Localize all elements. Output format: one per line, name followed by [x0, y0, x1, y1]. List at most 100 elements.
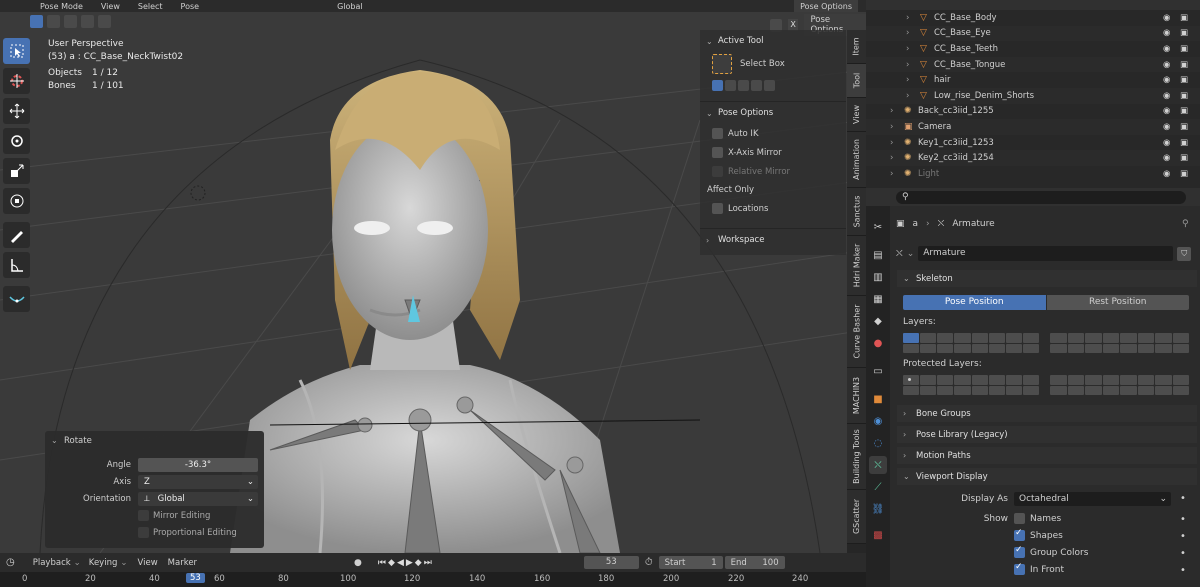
move-tool[interactable] [3, 98, 30, 124]
annotate-tool[interactable] [3, 222, 30, 248]
outliner-row[interactable]: › ▽ hair ◉ ▣ [866, 72, 1200, 88]
mode-selector[interactable]: Pose Mode [40, 2, 83, 11]
rest-position-button[interactable]: Rest Position [1046, 295, 1189, 310]
jump-start-icon[interactable]: ⏮ [378, 558, 386, 568]
expand-chevron-icon[interactable]: › [906, 91, 909, 101]
modifier-tab-icon[interactable]: ◉ [869, 412, 887, 430]
menu-pose[interactable]: Pose [181, 2, 200, 11]
select-extend-icon[interactable] [47, 14, 60, 28]
expand-chevron-icon[interactable]: › [890, 169, 893, 179]
visibility-eye-icon[interactable]: ◉ [1163, 28, 1170, 38]
outliner-row[interactable]: › ✺ Back_cc3iid_1255 ◉ ▣ [866, 103, 1200, 120]
auto-ik-checkbox[interactable] [712, 128, 723, 139]
playback-menu[interactable]: Playback [33, 558, 71, 568]
menu-select[interactable]: Select [138, 2, 163, 11]
menu-view[interactable]: View [101, 2, 120, 11]
visibility-eye-icon[interactable]: ◉ [1163, 138, 1170, 148]
camera-render-icon[interactable]: ▣ [1180, 60, 1188, 70]
visibility-eye-icon[interactable]: ◉ [1163, 91, 1170, 101]
expand-chevron-icon[interactable]: › [906, 28, 909, 38]
keying-menu[interactable]: Keying [89, 558, 118, 568]
skeleton-panel-header[interactable]: ⌄ Skeleton [897, 270, 1197, 287]
outliner-row[interactable]: › ▽ CC_Base_Eye ◉ ▣ [866, 25, 1200, 42]
bone-layers-grid-right[interactable] [1050, 333, 1189, 353]
bone-layers-grid-left[interactable] [903, 333, 1039, 353]
bone-tab-icon[interactable]: ⟋ [869, 478, 887, 496]
datablock-name-field[interactable]: Armature [918, 246, 1174, 261]
proportional-editing-checkbox[interactable] [138, 527, 149, 538]
outliner-row[interactable]: › ✺ Light ◉ ▣ [866, 166, 1200, 182]
mode-subtract-icon[interactable] [738, 80, 749, 91]
playhead-frame[interactable]: 53 [186, 573, 205, 583]
viewport-display-panel-header[interactable]: ⌄ Viewport Display [897, 468, 1197, 485]
tab-building-tools[interactable]: Building Tools [847, 424, 866, 490]
visibility-eye-icon[interactable]: ◉ [1163, 122, 1170, 132]
timeline-ruler[interactable]: 0 20 40 53 60 80 100 120 140 160 180 200… [0, 572, 866, 587]
collection-tab-icon[interactable]: ▭ [869, 362, 887, 380]
tab-tool[interactable]: Tool [847, 64, 866, 98]
active-tool-panel-header[interactable]: ⌄ Active Tool [706, 34, 840, 48]
mode-new-icon[interactable] [712, 80, 723, 91]
visibility-eye-icon[interactable]: ◉ [1163, 60, 1170, 70]
motion-paths-panel-header[interactable]: › Motion Paths [897, 447, 1197, 464]
x-axis-mirror-checkbox[interactable] [712, 147, 723, 158]
transform-tool[interactable] [3, 188, 30, 214]
expand-chevron-icon[interactable]: › [890, 138, 893, 148]
pin-icon[interactable]: ⚲ [1182, 219, 1189, 229]
armature-data-tab-icon[interactable]: ⛌ [869, 456, 887, 474]
camera-render-icon[interactable]: ▣ [1180, 44, 1188, 54]
select-box-icon[interactable] [712, 54, 732, 74]
outliner-row[interactable]: › ▣ Camera ◉ ▣ [866, 119, 1200, 135]
outliner-row[interactable]: › ▽ Low_rise_Denim_Shorts ◉ ▣ [866, 88, 1200, 104]
camera-render-icon[interactable]: ▣ [1180, 13, 1188, 23]
visibility-eye-icon[interactable]: ◉ [1163, 13, 1170, 23]
orientation-dropdown[interactable]: ⟂ Global ⌄ [138, 491, 258, 506]
pose-position-button[interactable]: Pose Position [903, 295, 1046, 310]
tool-settings-tab-icon[interactable]: ✂ [869, 218, 887, 236]
cursor-tool[interactable] [3, 68, 30, 94]
rotate-tool[interactable] [3, 128, 30, 154]
select-subtract-icon[interactable] [64, 14, 77, 28]
protected-layers-grid-left[interactable] [903, 375, 1039, 395]
workspace-panel-header[interactable]: › Workspace [706, 233, 840, 247]
animate-property-icon[interactable]: • [1180, 514, 1186, 525]
protected-layers-grid-right[interactable] [1050, 375, 1189, 395]
outliner-row[interactable]: › ▽ CC_Base_Teeth ◉ ▣ [866, 41, 1200, 57]
outliner-row[interactable]: › ▽ CC_Base_Body ◉ ▣ [866, 10, 1200, 26]
tab-sanctus[interactable]: Sanctus [847, 188, 866, 236]
camera-render-icon[interactable]: ▣ [1180, 75, 1188, 85]
tab-item[interactable]: Item [847, 30, 866, 64]
camera-render-icon[interactable]: ▣ [1180, 106, 1188, 116]
3d-viewport[interactable]: Pose Mode View Select Pose Global Pose O… [0, 0, 866, 553]
object-tab-icon[interactable]: ■ [869, 390, 887, 408]
camera-render-icon[interactable]: ▣ [1180, 28, 1188, 38]
animate-property-icon[interactable]: • [1180, 493, 1186, 504]
axis-dropdown[interactable]: Z ⌄ [138, 474, 258, 489]
camera-render-icon[interactable]: ▣ [1180, 138, 1188, 148]
select-new-icon[interactable] [30, 14, 43, 28]
bone-groups-panel-header[interactable]: › Bone Groups [897, 405, 1197, 422]
expand-chevron-icon[interactable]: › [890, 122, 893, 132]
outliner-row[interactable]: › ✺ Key1_cc3iid_1253 ◉ ▣ [866, 134, 1200, 151]
record-icon[interactable]: ● [354, 558, 362, 568]
next-keyframe-icon[interactable]: ◆ [415, 558, 422, 568]
armature-icon[interactable]: ⛌ [896, 249, 903, 259]
pose-options-button[interactable]: Pose Options [794, 0, 858, 12]
locations-checkbox[interactable] [712, 203, 723, 214]
camera-render-icon[interactable]: ▣ [1180, 153, 1188, 163]
tab-view[interactable]: View [847, 98, 866, 132]
pose-library-panel-header[interactable]: › Pose Library (Legacy) [897, 426, 1197, 443]
animate-property-icon[interactable]: • [1180, 548, 1186, 559]
select-invert-icon[interactable] [81, 14, 94, 28]
stopwatch-icon[interactable]: ⏱ [645, 557, 653, 568]
mode-invert-icon[interactable] [751, 80, 762, 91]
outliner-row[interactable]: › ▽ CC_Base_Tongue ◉ ▣ [866, 56, 1200, 73]
mode-intersect-icon[interactable] [764, 80, 775, 91]
tab-animation[interactable]: Animation [847, 132, 866, 188]
visibility-eye-icon[interactable]: ◉ [1163, 106, 1170, 116]
relax-pose-tool[interactable] [3, 286, 30, 312]
current-frame-field[interactable]: 53 [583, 556, 639, 569]
world-tab-icon[interactable]: ● [869, 334, 887, 352]
render-tab-icon[interactable]: ▤ [869, 246, 887, 264]
tab-gscatter[interactable]: GScatter [847, 490, 866, 544]
